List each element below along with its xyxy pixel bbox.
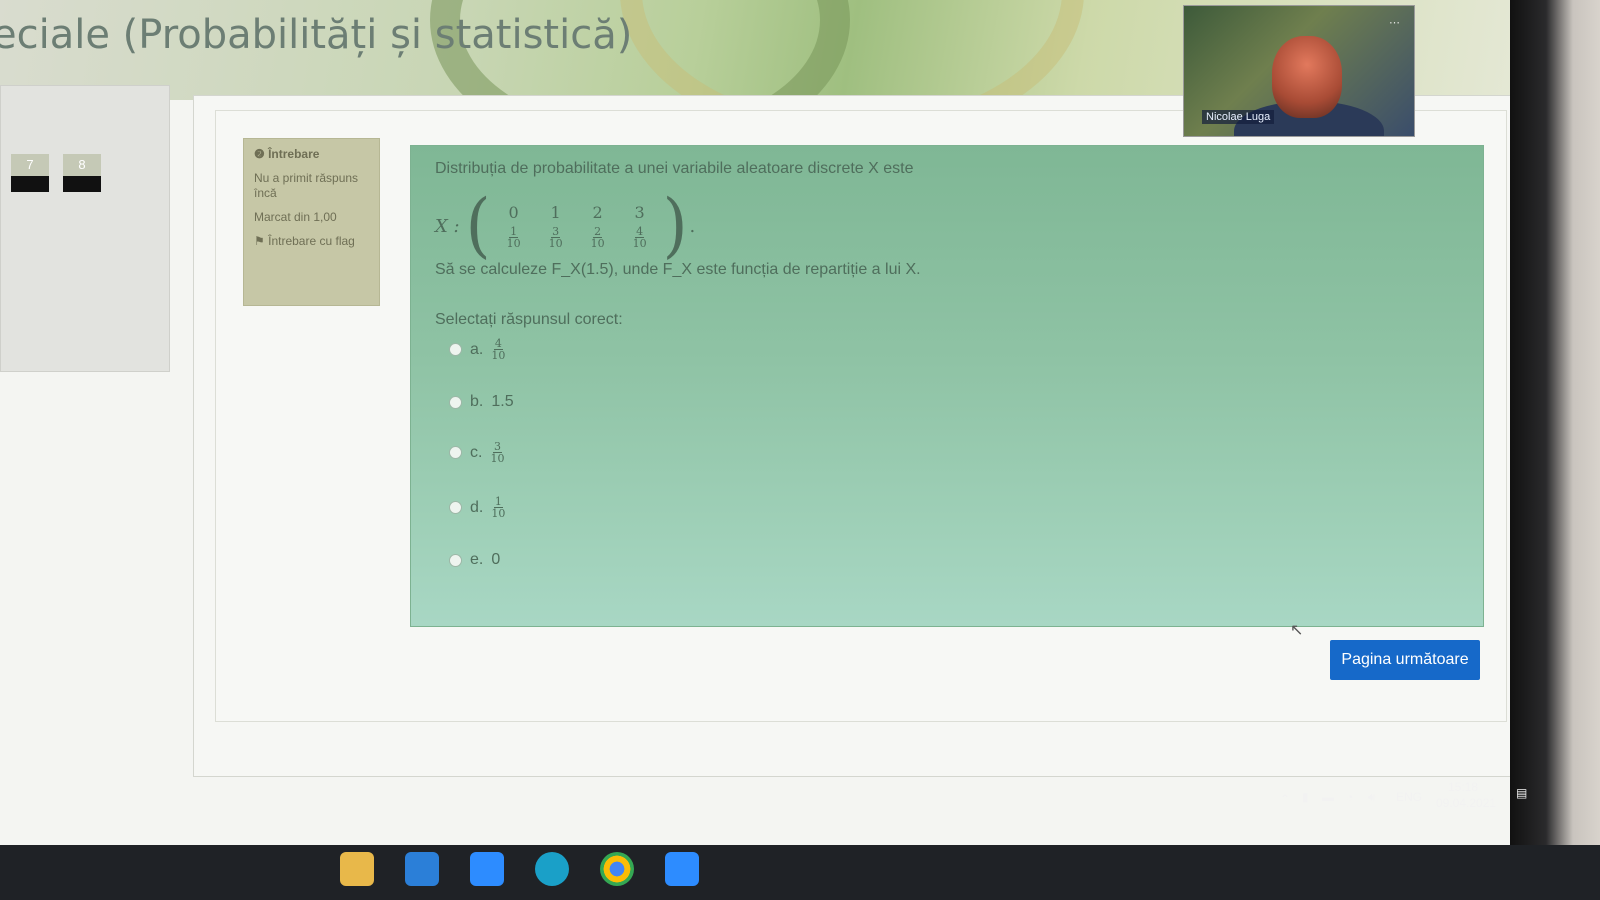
- language-indicator[interactable]: ENG: [1396, 790, 1422, 804]
- option-value: 0: [491, 551, 501, 568]
- matrix-prob: 2 10: [590, 225, 605, 250]
- option-letter: b.: [470, 393, 484, 410]
- file-explorer-icon[interactable]: [340, 852, 374, 886]
- distribution-matrix: X : ( 0 1 2 3 1 10 3 10 2 10 4 10 ).: [435, 185, 696, 267]
- page-title: eciale (Probabilități și statistică): [0, 12, 633, 58]
- question-mark: Marcat din 1,00: [254, 210, 337, 224]
- taskbar: [0, 845, 1600, 900]
- option-value: 1.5: [491, 393, 514, 410]
- zoom-icon[interactable]: [470, 852, 504, 886]
- radio-button[interactable]: [449, 343, 462, 356]
- video-options-icon[interactable]: ⋯: [1389, 16, 1400, 29]
- quiz-navigation: 7 8: [0, 85, 170, 372]
- screen: eciale (Probabilități și statistică) 7 8…: [0, 0, 1545, 845]
- question-info: ❷ Întrebare Nu a primit răspuns încă Mar…: [243, 138, 380, 306]
- matrix-value: 1: [550, 203, 561, 222]
- left-paren: (: [465, 185, 491, 267]
- option-letter: a.: [470, 340, 484, 358]
- edge-browser-icon[interactable]: [535, 852, 569, 886]
- mouse-cursor-icon: ↖: [1290, 622, 1304, 639]
- option-value: 3 10: [490, 440, 505, 465]
- banner-decoration: [620, 0, 1084, 100]
- flag-label: Întrebare cu flag: [268, 234, 355, 248]
- matrix-prob: 3 10: [548, 225, 563, 250]
- option-b[interactable]: b. 1.5: [449, 393, 514, 411]
- option-value: 4 10: [491, 337, 506, 362]
- matrix-prob: 4 10: [632, 225, 647, 250]
- nav-question-number: 8: [63, 154, 101, 176]
- battery-icon[interactable]: ▬: [1322, 790, 1334, 804]
- question-label: Întrebare: [268, 147, 320, 161]
- question-text: Distribuția de probabilitate a unei vari…: [435, 160, 914, 177]
- next-page-button[interactable]: Pagina următoare: [1330, 640, 1480, 680]
- radio-button[interactable]: [449, 395, 462, 409]
- participant-name: Nicolae Luga: [1202, 110, 1275, 124]
- matrix-variable: X :: [435, 215, 460, 237]
- answer-status: Nu a primit răspuns încă: [254, 171, 359, 200]
- nav-question-number: 7: [11, 154, 49, 176]
- option-letter: c.: [470, 443, 483, 461]
- matrix-table: 0 1 2 3 1 10 3 10 2 10 4 10: [493, 201, 661, 251]
- microphone-icon[interactable]: ▮: [1302, 790, 1309, 804]
- chevron-up-icon[interactable]: ⌃: [1280, 792, 1290, 806]
- flag-icon: ⚑: [254, 234, 265, 248]
- radio-button[interactable]: [449, 553, 462, 567]
- matrix-prob: 1 10: [506, 225, 521, 250]
- option-a[interactable]: a. 4 10: [449, 338, 505, 361]
- participant-head: [1272, 36, 1342, 118]
- option-value: 1 10: [491, 495, 506, 520]
- option-letter: e.: [470, 551, 484, 568]
- mail-icon[interactable]: [405, 852, 439, 886]
- answer-prompt: Selectați răspunsul corect:: [435, 311, 623, 328]
- option-letter: d.: [470, 498, 484, 516]
- nav-question-7[interactable]: 7: [11, 154, 49, 192]
- system-tray: ⌃ ▮ ▬ ◔ 🔊︎ ENG 15:18 09.04.2021 ▤: [1280, 780, 1545, 820]
- volume-icon[interactable]: 🔊︎: [1368, 790, 1376, 805]
- option-e[interactable]: e. 0: [449, 551, 500, 569]
- matrix-value: 3: [634, 203, 645, 222]
- chrome-browser-icon[interactable]: [600, 852, 634, 886]
- radio-button[interactable]: [449, 446, 462, 459]
- zoom-meeting-icon[interactable]: [665, 852, 699, 886]
- nav-question-status: [63, 176, 101, 192]
- question-task: Să se calculeze F_X(1.5), unde F_X este …: [435, 261, 921, 278]
- video-tile[interactable]: ⋯ Nicolae Luga: [1183, 5, 1415, 137]
- radio-button[interactable]: [449, 501, 462, 514]
- right-paren: ): [662, 185, 688, 267]
- question-number: ❷ Întrebare: [254, 147, 320, 161]
- option-c[interactable]: c. 3 10: [449, 441, 504, 464]
- nav-question-status: [11, 176, 49, 192]
- clock-time[interactable]: 15:18: [1448, 780, 1478, 794]
- clock-date[interactable]: 09.04.2021: [1436, 796, 1496, 810]
- matrix-value: 0: [508, 203, 519, 222]
- room-wall: [1510, 0, 1600, 900]
- matrix-value: 2: [592, 203, 603, 222]
- flag-question-link[interactable]: ⚑ Întrebare cu flag: [254, 234, 369, 249]
- notifications-icon[interactable]: ▤: [1516, 786, 1527, 800]
- wifi-icon[interactable]: ◔: [1346, 790, 1353, 804]
- nav-question-8[interactable]: 8: [63, 154, 101, 192]
- question-body: Distribuția de probabilitate a unei vari…: [410, 145, 1484, 627]
- option-d[interactable]: d. 1 10: [449, 496, 505, 519]
